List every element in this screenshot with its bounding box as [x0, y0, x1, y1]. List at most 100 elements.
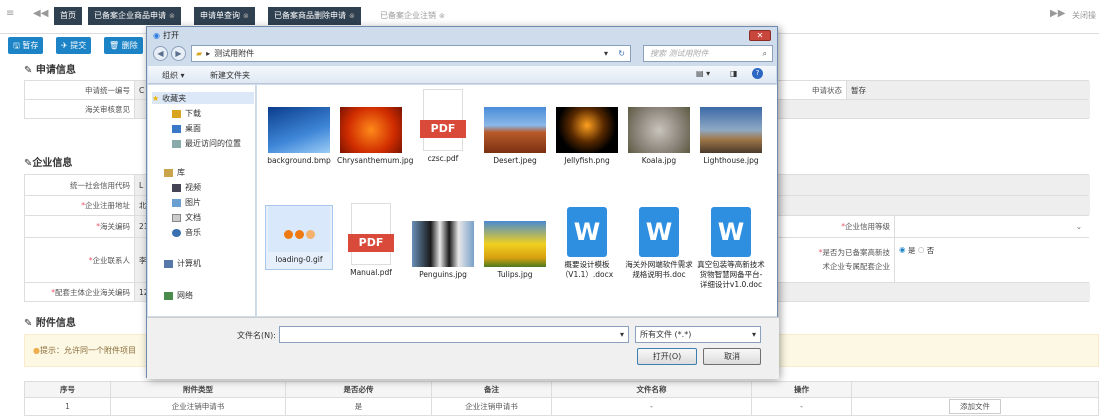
file-item[interactable]: PDF Manual.pdf — [337, 203, 405, 278]
file-item[interactable]: Lighthouse.jpg — [697, 107, 765, 166]
pdf-icon: PDF — [420, 89, 466, 151]
file-item[interactable]: PDF czsc.pdf — [409, 89, 477, 164]
submit-button[interactable]: ✈ 提交 — [56, 37, 92, 54]
dialog-close-button[interactable]: ✕ — [749, 30, 771, 41]
refresh-icon[interactable]: ↻ — [618, 49, 625, 58]
tab-enterprise-goods[interactable]: 已备案企业商品申请 ⊗ — [88, 7, 181, 25]
menu-icon[interactable]: ≡ — [6, 8, 14, 19]
close-icon[interactable]: ⊗ — [169, 12, 175, 20]
nav-pictures[interactable]: 图片 — [172, 197, 201, 208]
close-icon[interactable]: ⊗ — [349, 12, 355, 20]
nav-label: 收藏夹 — [162, 93, 187, 103]
filetype-select[interactable]: 所有文件 (*.*) ▾ — [635, 326, 761, 343]
save-button[interactable]: 🖫 暂存 — [8, 37, 44, 54]
file-item[interactable]: Jellyfish.png — [553, 107, 621, 166]
organize-button[interactable]: 组织 ▾ — [162, 70, 185, 81]
open-button[interactable]: 打开(O) — [637, 348, 697, 365]
label-text: 是否为已备案高新技 — [822, 248, 891, 257]
nav-videos[interactable]: 视频 — [172, 182, 201, 193]
dialog-footer: 文件名(N): ▾ 所有文件 (*.*) ▾ 打开(O) 取消 — [147, 317, 779, 379]
cell-required: 是 — [285, 397, 432, 416]
table-header: 序号 附件类型 是否必传 备注 文件名称 操作 — [24, 381, 1099, 398]
forward-button[interactable]: ▶ — [171, 46, 186, 61]
file-item[interactable]: W 真空包装等高新技术货物智慧网备平台-详细设计v1.0.doc — [697, 207, 765, 290]
cell-filename: - — [551, 397, 752, 416]
nav-label: 音乐 — [185, 228, 201, 237]
main-customs-label: * 配套主体企业海关编码 — [25, 283, 135, 301]
file-name: 海关外网端软件需求规格说明书.doc — [625, 260, 693, 279]
tab-enterprise-cancel[interactable]: 已备案企业注销 ⊗ — [374, 7, 451, 25]
close-icon[interactable]: ⊗ — [439, 12, 445, 20]
desktop-icon — [172, 124, 181, 133]
recent-places-icon — [172, 139, 181, 148]
cell-action: 添加文件 — [851, 397, 1099, 416]
file-item[interactable]: Desert.jpeg — [481, 107, 549, 166]
reg-addr-label: * 企业注册地址 — [25, 196, 135, 215]
file-name: Chrysanthemum.jpg — [337, 156, 414, 165]
contact-label: * 企业联系人 — [25, 238, 135, 282]
nav-documents[interactable]: 文档 — [172, 212, 201, 223]
nav-label: 桌面 — [185, 124, 201, 133]
chevron-down-icon: ⌄ — [1075, 222, 1082, 231]
nav-label: 库 — [177, 168, 185, 177]
view-icon[interactable]: ▤ ▾ — [696, 69, 710, 78]
file-item[interactable]: Penguins.jpg — [409, 221, 477, 280]
nav-library[interactable]: 库 — [164, 167, 185, 178]
file-item[interactable]: Koala.jpg — [625, 107, 693, 166]
nav-desktop[interactable]: 桌面 — [172, 123, 201, 134]
close-ops-button[interactable]: 关闭操 — [1072, 10, 1096, 21]
add-file-button[interactable]: 添加文件 — [949, 399, 1001, 414]
tab-label: 已备案企业注销 — [380, 11, 436, 20]
file-name: Tulips.jpg — [497, 270, 533, 279]
image-thumbnail — [628, 107, 690, 153]
file-name: Penguins.jpg — [419, 270, 467, 279]
address-bar[interactable]: ▰ ▸ 测试用附件 ▾ ↻ — [191, 45, 631, 62]
credit-level-select[interactable]: ⌄ — [895, 216, 1090, 237]
file-item[interactable]: W 概要设计模板（V1.1）.docx — [553, 207, 621, 280]
file-item[interactable]: loading-0.gif — [265, 205, 333, 270]
section-label: 附件信息 — [35, 318, 76, 329]
tab-home[interactable]: 首页 — [54, 7, 82, 25]
radio-yes[interactable]: ◉ — [899, 245, 906, 254]
file-item[interactable]: W 海关外网端软件需求规格说明书.doc — [625, 207, 693, 280]
music-icon — [172, 228, 181, 237]
tab-application-query[interactable]: 申请单查询 ⊗ — [194, 7, 255, 25]
tab-goods-delete[interactable]: 已备案商品删除申请 ⊗ — [268, 7, 361, 25]
chevron-down-icon[interactable]: ▾ — [620, 330, 624, 339]
nav-music[interactable]: 音乐 — [172, 227, 201, 238]
col-header: 备注 — [431, 381, 552, 398]
file-name: Jellyfish.png — [564, 156, 610, 165]
tab-next-icon[interactable]: ▶▶ — [1050, 8, 1065, 19]
delete-label: 删除 — [121, 41, 138, 50]
search-icon: ⌕ — [762, 48, 767, 58]
chrome-icon: ◉ — [153, 30, 160, 40]
col-header: 操作 — [751, 381, 852, 398]
file-item[interactable]: Tulips.jpg — [481, 221, 549, 280]
chevron-down-icon[interactable]: ▾ — [604, 49, 608, 58]
nav-network[interactable]: 网络 — [164, 290, 193, 301]
nav-computer[interactable]: 计算机 — [164, 258, 201, 269]
dialog-titlebar: ◉ 打开 — [147, 27, 777, 43]
new-folder-button[interactable]: 新建文件夹 — [210, 70, 250, 81]
close-icon[interactable]: ⊗ — [243, 12, 249, 20]
help-icon[interactable]: ? — [752, 68, 763, 79]
image-thumbnail — [484, 107, 546, 153]
radio-no[interactable]: ○ — [918, 245, 925, 254]
image-thumbnail — [484, 221, 546, 267]
file-item[interactable]: Chrysanthemum.jpg — [337, 107, 413, 166]
computer-icon — [164, 259, 173, 268]
preview-pane-icon[interactable]: ◨ — [730, 69, 738, 78]
cancel-button[interactable]: 取消 — [703, 348, 761, 365]
nav-downloads[interactable]: 下载 — [172, 108, 201, 119]
back-button[interactable]: ◀ — [153, 46, 168, 61]
nav-recent[interactable]: 最近访问的位置 — [172, 138, 241, 149]
filename-input[interactable]: ▾ — [279, 326, 629, 343]
search-input[interactable]: 搜索 测试用附件 ⌕ — [643, 45, 773, 62]
cell-no: 1 — [24, 397, 111, 416]
tech-label-line: 术企业专属配套企业 — [822, 262, 891, 271]
tab-prev-icon[interactable]: ◀◀ — [33, 8, 48, 19]
nav-favorites[interactable]: ★ 收藏夹 — [152, 92, 254, 104]
delete-button[interactable]: 🗑 删除 — [104, 37, 143, 54]
file-item[interactable]: background.bmp — [265, 107, 333, 166]
address-path: 测试用附件 — [214, 49, 255, 58]
